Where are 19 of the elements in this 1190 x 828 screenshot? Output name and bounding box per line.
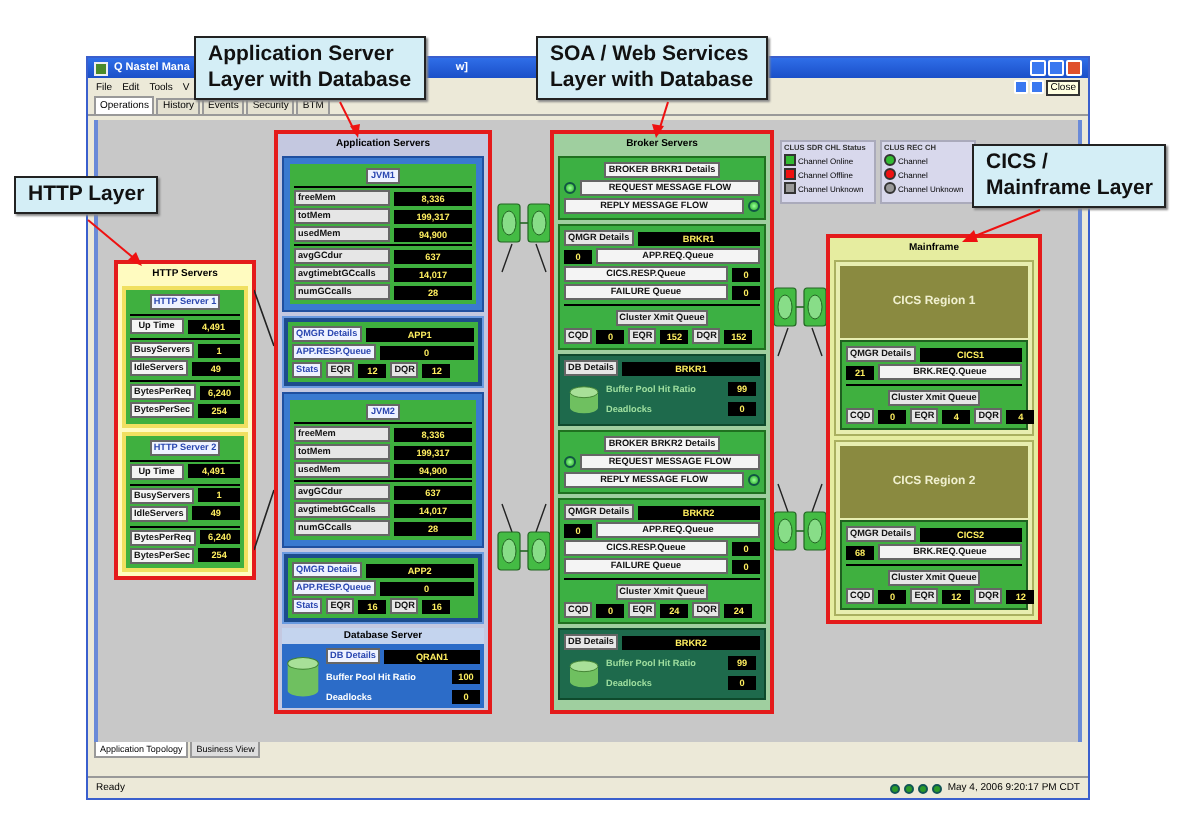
status-light-icon xyxy=(564,456,576,468)
status-light-icon xyxy=(564,182,576,194)
app-icon xyxy=(94,61,108,75)
restore-button[interactable] xyxy=(1030,80,1045,94)
status-light-icon xyxy=(748,200,760,212)
status-light-icon xyxy=(931,783,942,793)
status-light-icon xyxy=(748,474,760,486)
callout-label: CICS / Mainframe Layer xyxy=(972,144,1167,208)
maximize-button[interactable] xyxy=(1048,60,1064,76)
callout-label: HTTP Layer xyxy=(14,176,159,214)
callout-label: Application Server Layer with Database xyxy=(194,36,426,100)
database-icon xyxy=(568,659,600,687)
status-light-icon xyxy=(889,783,900,793)
status-light-icon xyxy=(903,783,914,793)
database-icon xyxy=(568,385,600,413)
callout-label: SOA / Web Services Layer with Database xyxy=(536,36,768,100)
status-light-icon xyxy=(917,783,928,793)
close-button[interactable] xyxy=(1066,60,1082,76)
database-icon xyxy=(286,655,320,697)
